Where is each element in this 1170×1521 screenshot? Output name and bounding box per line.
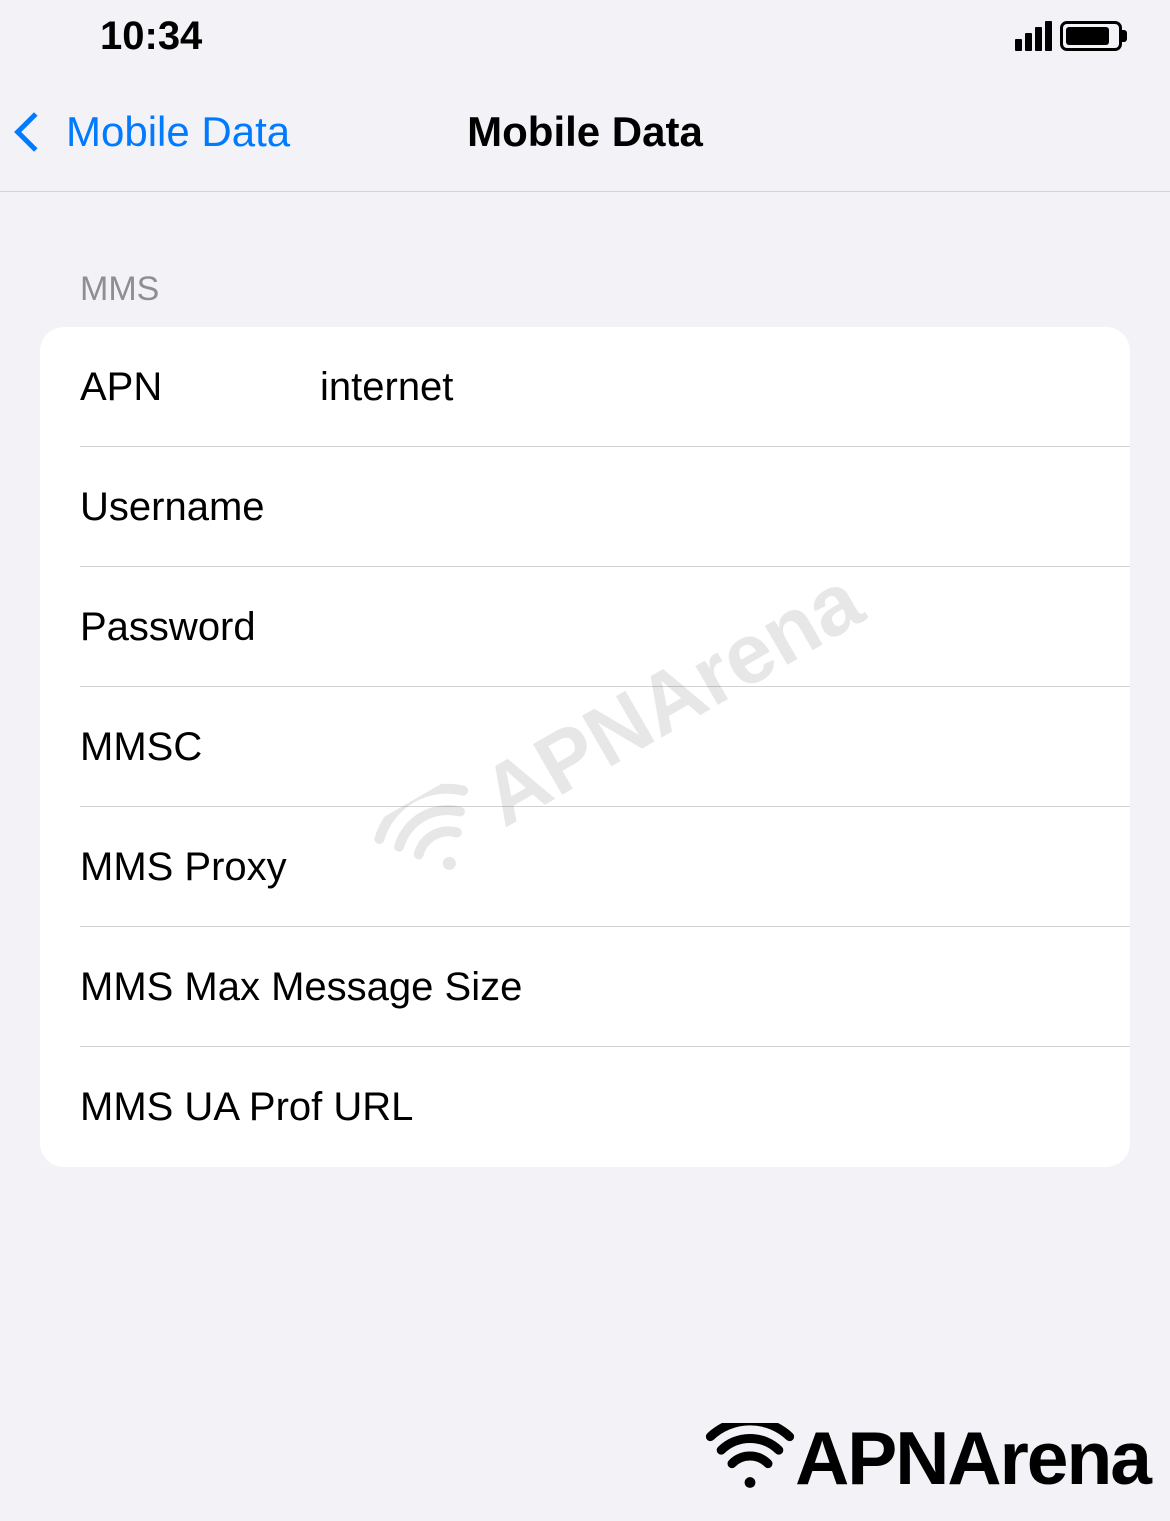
row-label-mms-max-message-size: MMS Max Message Size [80, 965, 1090, 1010]
row-username[interactable]: Username [40, 447, 1130, 567]
row-mms-ua-prof-url[interactable]: MMS UA Prof URL [40, 1047, 1130, 1167]
row-password[interactable]: Password [40, 567, 1130, 687]
footer-logo: APNArena [705, 1415, 1150, 1501]
section-header-mms: MMS [0, 270, 1170, 309]
wifi-icon [705, 1423, 795, 1493]
row-mms-max-message-size[interactable]: MMS Max Message Size [40, 927, 1130, 1047]
row-label-username: Username [80, 485, 320, 530]
row-label-mms-ua-prof-url: MMS UA Prof URL [80, 1085, 1090, 1130]
cellular-signal-icon [1015, 21, 1052, 51]
settings-group-mms: APN Username Password MMSC MMS Proxy MMS… [40, 327, 1130, 1167]
row-label-mmsc: MMSC [80, 725, 320, 770]
battery-icon [1060, 21, 1122, 51]
row-label-mms-proxy: MMS Proxy [80, 845, 575, 890]
row-mmsc[interactable]: MMSC [40, 687, 1130, 807]
chevron-left-icon [14, 112, 54, 152]
row-label-apn: APN [80, 365, 320, 410]
row-apn[interactable]: APN [40, 327, 1130, 447]
footer-text: APNArena [795, 1415, 1150, 1501]
status-bar: 10:34 [0, 0, 1170, 72]
page-title: Mobile Data [467, 108, 703, 156]
row-mms-proxy[interactable]: MMS Proxy [40, 807, 1130, 927]
status-icons [1015, 21, 1122, 51]
mms-proxy-input[interactable] [575, 845, 1090, 890]
status-time: 10:34 [100, 14, 202, 59]
mmsc-input[interactable] [320, 725, 1090, 770]
nav-bar: Mobile Data Mobile Data [0, 72, 1170, 192]
username-input[interactable] [320, 485, 1090, 530]
row-label-password: Password [80, 605, 320, 650]
apn-input[interactable] [320, 365, 1090, 410]
password-input[interactable] [320, 605, 1090, 650]
back-label: Mobile Data [66, 108, 290, 156]
back-button[interactable]: Mobile Data [20, 108, 290, 156]
content: MMS APN Username Password MMSC MMS Proxy… [0, 192, 1170, 1167]
